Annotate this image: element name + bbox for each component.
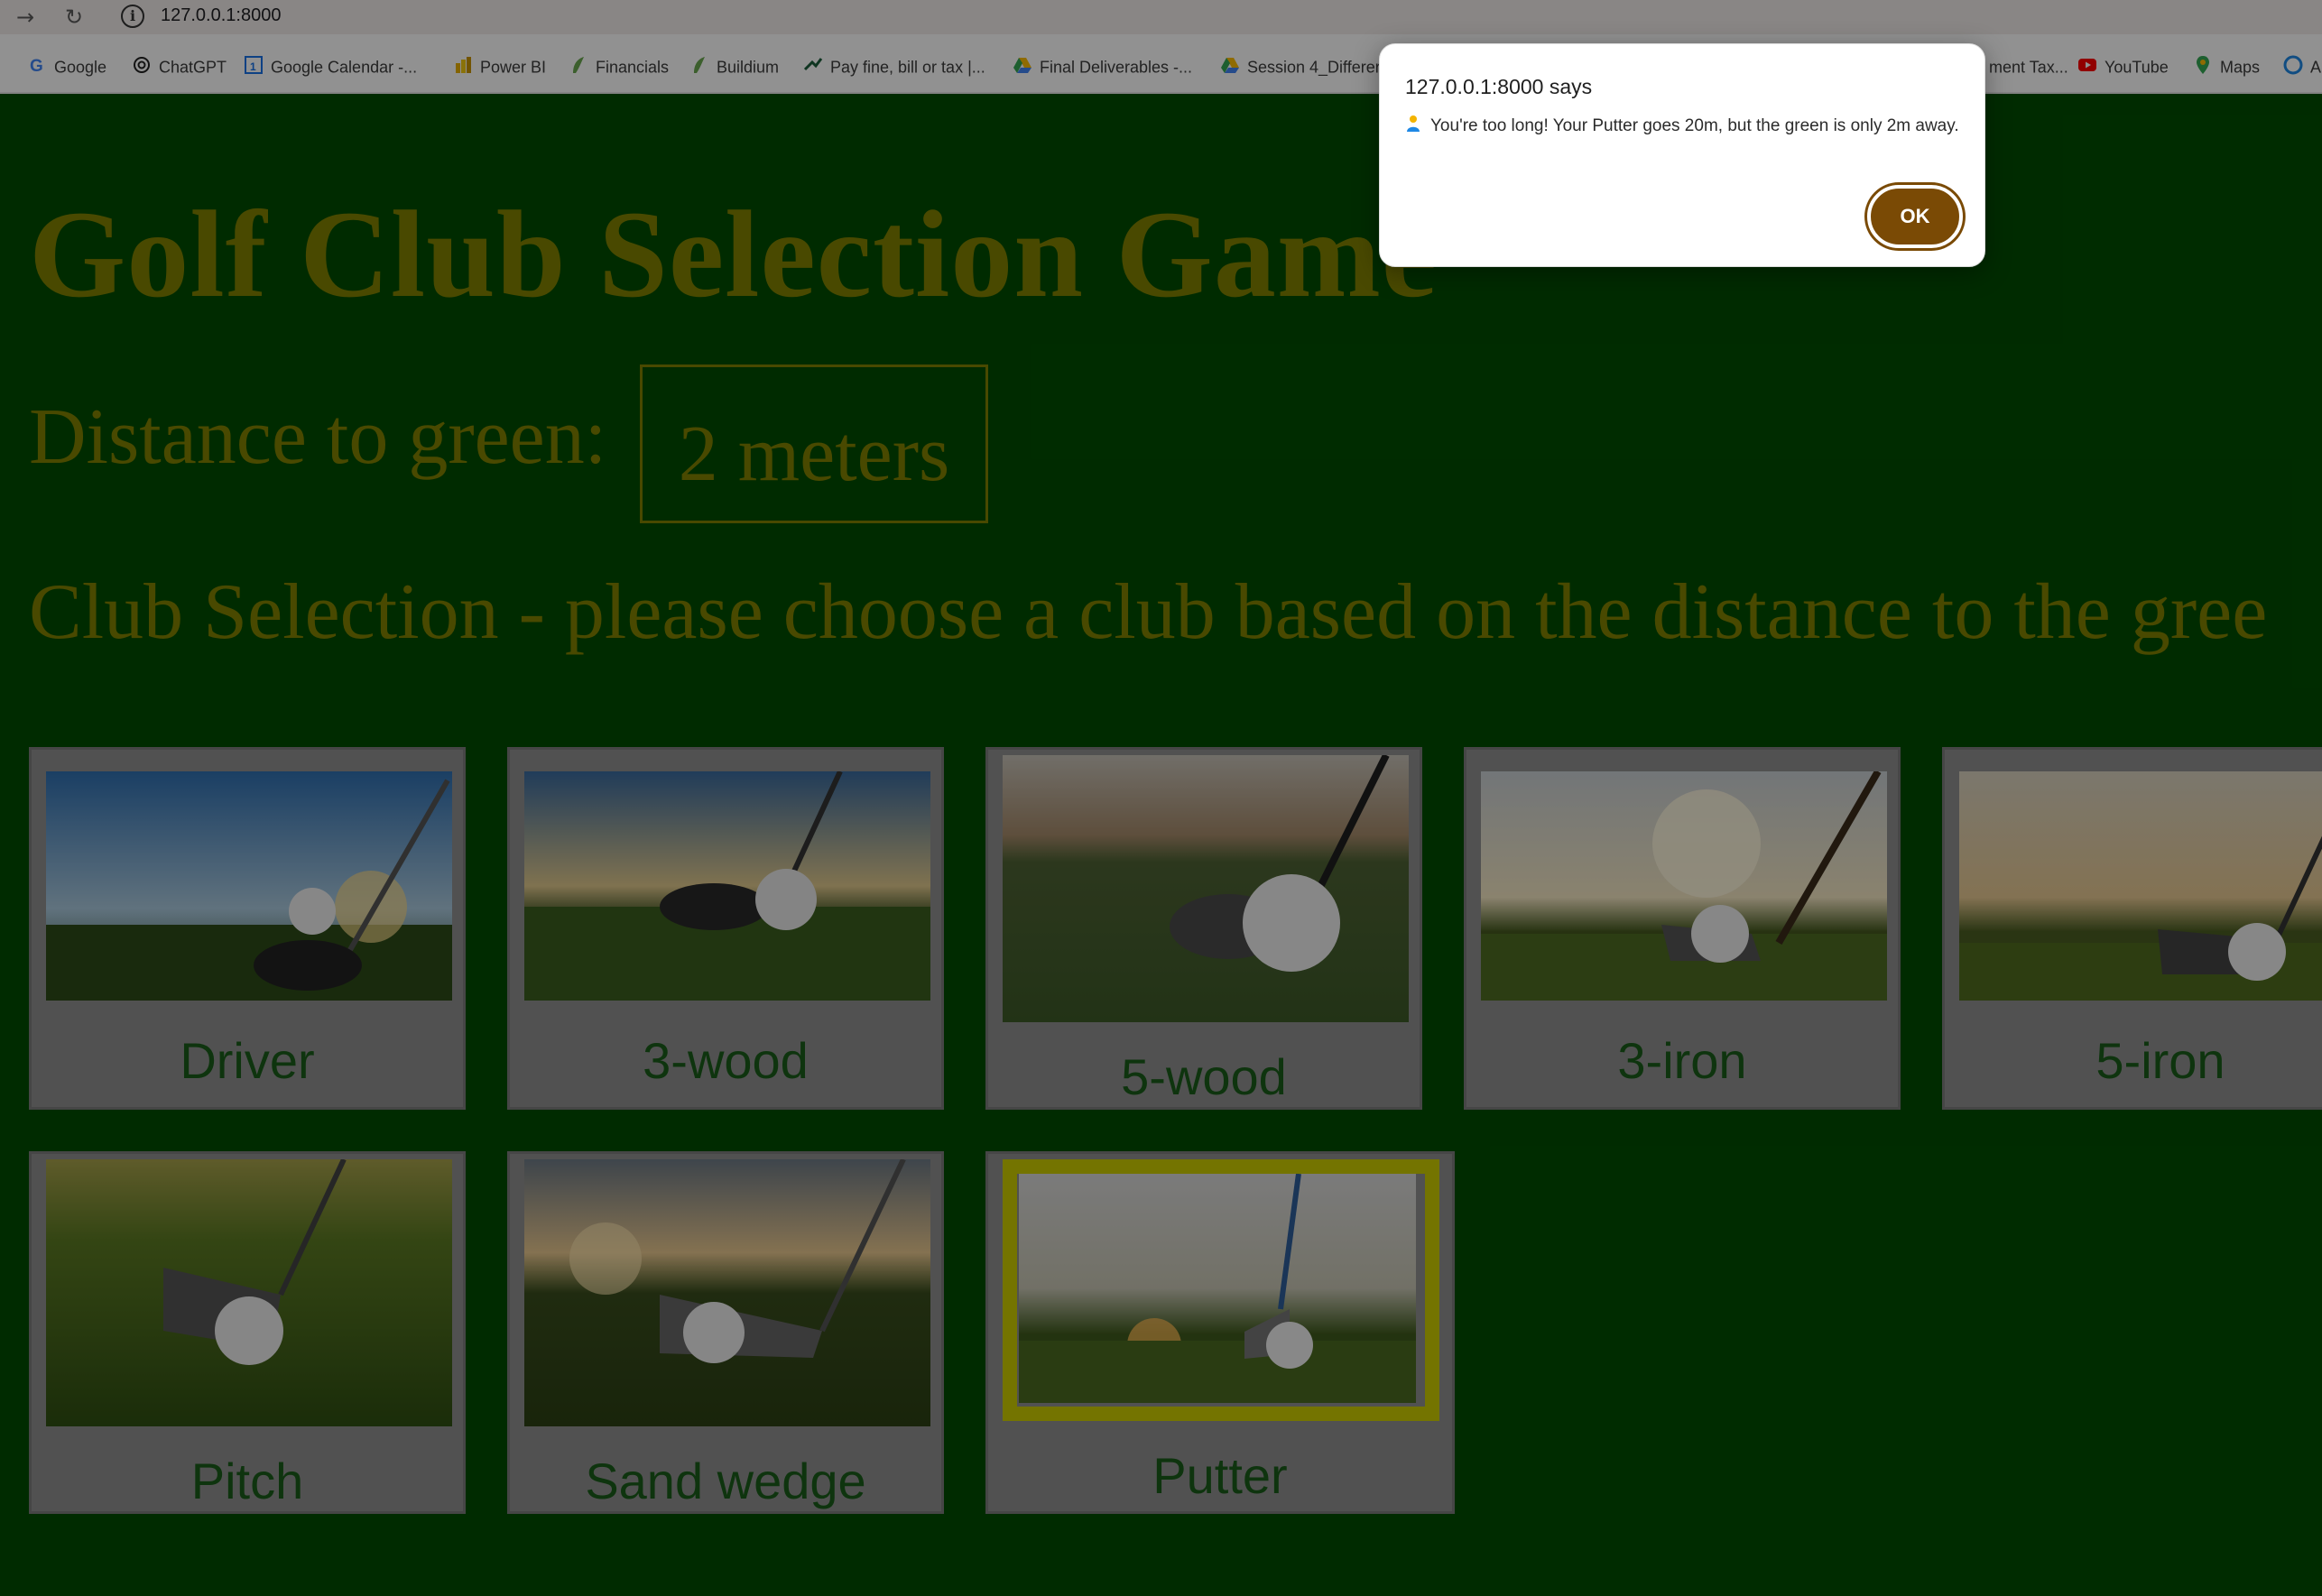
ok-button[interactable]: OK xyxy=(1867,185,1963,248)
alert-dialog: 127.0.0.1:8000 says You're too long! You… xyxy=(1379,43,1985,267)
dialog-message-container: You're too long! Your Putter goes 20m, b… xyxy=(1405,113,1965,140)
dialog-message: You're too long! Your Putter goes 20m, b… xyxy=(1430,116,1959,135)
dialog-title: 127.0.0.1:8000 says xyxy=(1405,75,1593,98)
person-emoji-icon xyxy=(1407,115,1420,132)
